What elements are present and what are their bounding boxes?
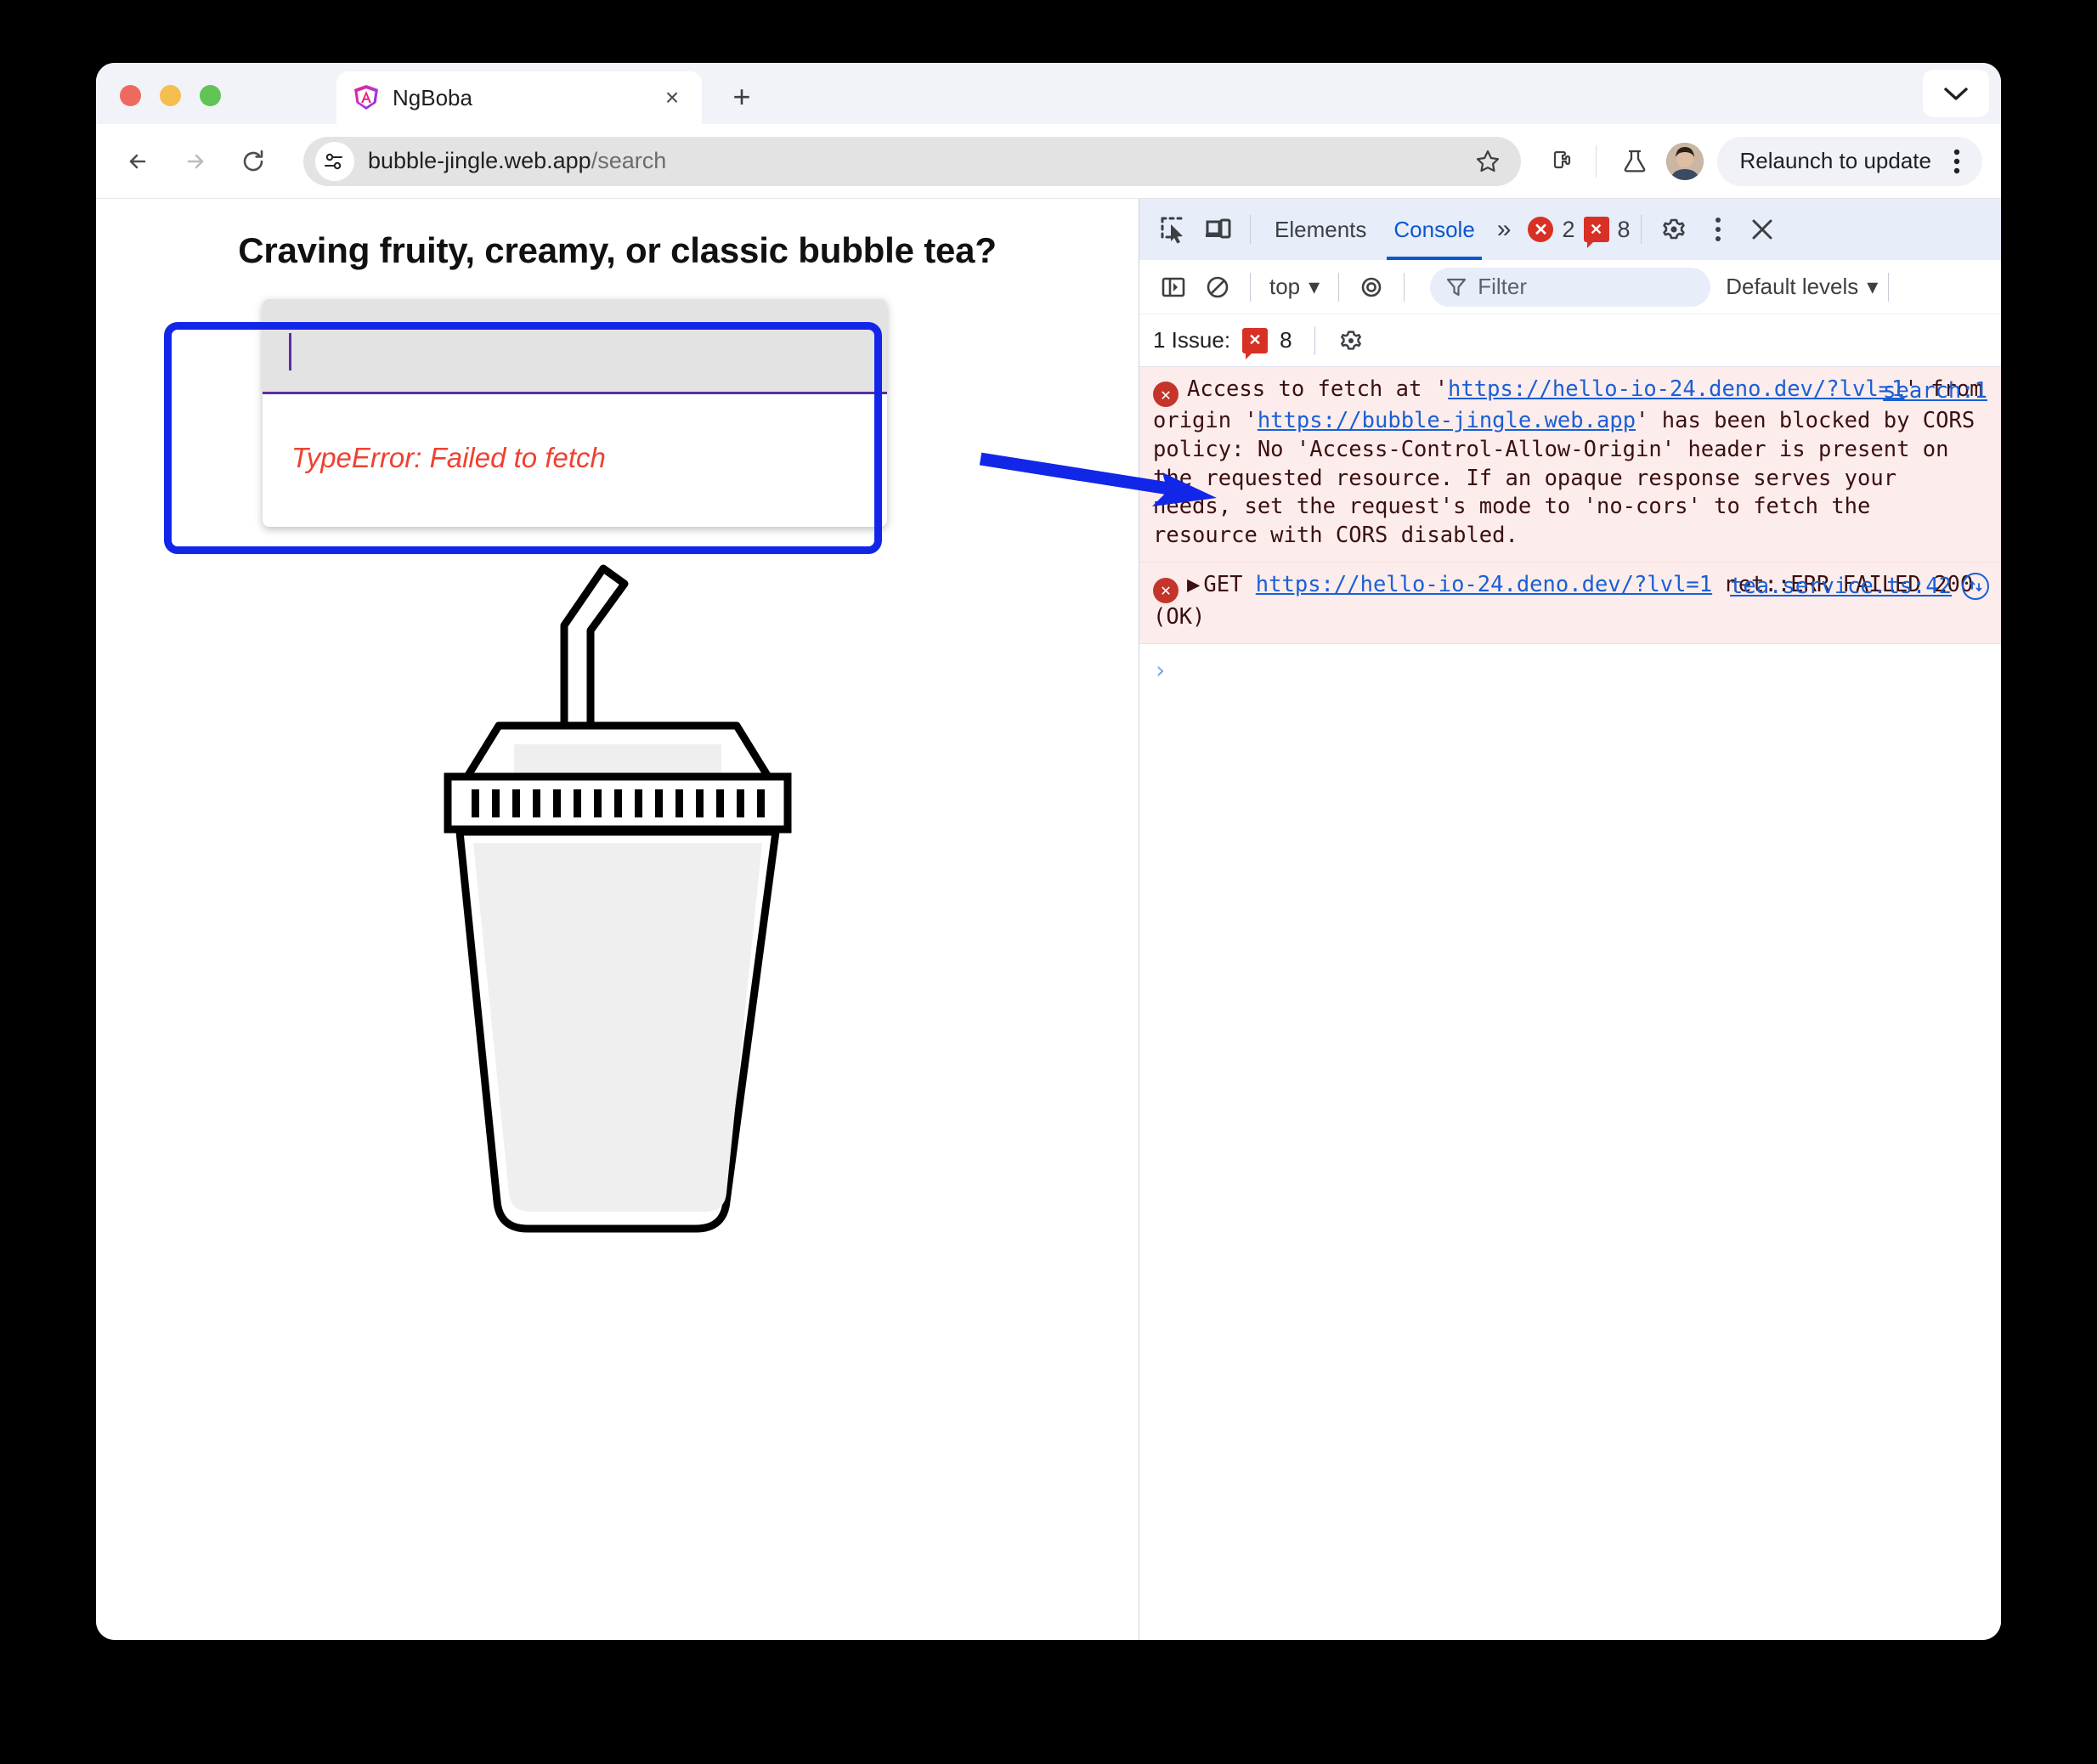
issue-square-icon[interactable]: ✕ (1583, 217, 1609, 248)
console-message-list: ✕ Access to fetch at 'https://hello-io-24… (1139, 367, 2001, 1640)
browser-toolbar: bubble-jingle.web.app/search Relaunch to… (96, 124, 2001, 199)
inspect-element-icon[interactable] (1151, 207, 1195, 252)
toolbar-divider (1596, 144, 1597, 178)
toolbar-divider (1888, 272, 1890, 302)
relaunch-label: Relaunch to update (1739, 148, 1931, 173)
toolbar-divider (1404, 272, 1405, 302)
message-source-link[interactable]: tea.service.ts:42 (1730, 573, 1952, 602)
error-circle-icon: ✕ (1153, 382, 1179, 408)
devtools-tab-bar: Elements Console » ✕ 2 ✕ 8 (1139, 199, 2001, 260)
url-host: bubble-jingle.web.app (368, 148, 591, 173)
expand-triangle-icon[interactable]: ▶ (1187, 572, 1200, 597)
tab-strip: NgBoba × + (96, 63, 2001, 124)
more-tabs-icon[interactable]: » (1489, 199, 1520, 260)
angular-logo-icon (352, 83, 381, 112)
gear-icon[interactable] (1337, 327, 1365, 354)
profile-avatar[interactable] (1666, 142, 1704, 180)
chevron-down-icon: ▾ (1867, 274, 1879, 299)
filter-placeholder: Filter (1478, 274, 1527, 299)
url-path: /search (591, 148, 667, 173)
filter-funnel-icon (1445, 276, 1467, 298)
console-input-prompt[interactable]: › (1139, 644, 2001, 696)
devtools-badges: ✕ 2 ✕ 8 (1528, 216, 1631, 248)
issues-bar[interactable]: 1 Issue: ✕ 8 (1139, 314, 2001, 367)
console-sidebar-icon[interactable] (1151, 265, 1195, 309)
blue-arrow-pointer (979, 452, 1217, 506)
window-traffic-lights (120, 85, 221, 106)
console-toolbar: top ▾ Filter Default levels ▾ (1139, 260, 2001, 314)
search-input[interactable] (263, 299, 887, 394)
message-link[interactable]: https://bubble-jingle.web.app (1258, 408, 1636, 433)
log-levels-label: Default levels (1726, 274, 1859, 299)
execution-context-label: top (1269, 274, 1301, 299)
search-card: TypeError: Failed to fetch (263, 299, 887, 527)
log-levels-selector[interactable]: Default levels ▾ (1726, 274, 1878, 300)
screenshot-root: NgBoba × + bubble-jingle.web.app/search … (0, 0, 2097, 1764)
site-settings-icon[interactable] (315, 141, 354, 181)
kebab-menu-icon[interactable] (1696, 207, 1740, 252)
gear-icon[interactable] (1652, 207, 1696, 252)
text-caret (289, 333, 291, 370)
toolbar-divider (1338, 272, 1340, 302)
toolbar-divider (1250, 272, 1251, 302)
clear-console-icon[interactable] (1195, 265, 1240, 309)
issue-count: 8 (1617, 216, 1631, 242)
issues-count: 8 (1280, 327, 1292, 353)
message-part-text: Access to fetch at ' (1187, 376, 1449, 402)
execution-context-selector[interactable]: top ▾ (1261, 274, 1328, 300)
kebab-menu-icon[interactable] (1938, 143, 1975, 180)
eye-icon[interactable] (1349, 265, 1393, 309)
filter-input[interactable]: Filter (1430, 267, 1711, 307)
minimize-window-button[interactable] (160, 85, 181, 106)
browser-window: NgBoba × + bubble-jingle.web.app/search … (96, 63, 2001, 1640)
close-icon[interactable]: × (658, 83, 687, 112)
extensions-puzzle-icon[interactable] (1540, 139, 1585, 184)
address-bar-url: bubble-jingle.web.app/search (368, 148, 1467, 174)
console-message[interactable]: ✕ Access to fetch at 'https://hello-io-24… (1139, 367, 2001, 563)
message-link[interactable]: https://hello-io-24.deno.dev/?lvl=1 (1448, 376, 1904, 402)
search-error-message: TypeError: Failed to fetch (291, 442, 606, 473)
chevron-down-icon[interactable] (1923, 70, 1989, 117)
reveal-in-network-icon[interactable] (1962, 573, 1989, 601)
tab-console[interactable]: Console (1380, 199, 1488, 260)
toolbar-divider (1314, 325, 1315, 355)
error-count: 2 (1562, 216, 1575, 242)
issues-label: 1 Issue: (1153, 327, 1231, 353)
labs-flask-icon[interactable] (1612, 139, 1658, 184)
page-title: Craving fruity, creamy, or classic bubbl… (238, 230, 997, 270)
console-message[interactable]: ✕ ▶ GET https://hello-io-24.deno.dev/?lvl=… (1139, 563, 2001, 645)
error-circle-icon: ✕ (1153, 577, 1179, 603)
maximize-window-button[interactable] (200, 85, 221, 106)
console-message-text: Access to fetch at 'https://hello-io-24.… (1153, 376, 1983, 548)
message-source-link[interactable]: search:1 (1883, 377, 1987, 406)
close-icon[interactable] (1740, 207, 1784, 252)
devtools-panel: Elements Console » ✕ 2 ✕ 8 top ▾ Filter … (1139, 199, 2001, 1640)
toolbar-divider (1640, 215, 1642, 244)
toolbar-divider (1250, 215, 1251, 244)
relaunch-to-update-button[interactable]: Relaunch to update (1717, 136, 1982, 186)
chevron-down-icon: ▾ (1309, 274, 1320, 299)
tab-elements[interactable]: Elements (1261, 199, 1380, 260)
new-tab-button[interactable]: + (725, 80, 759, 114)
message-link[interactable]: https://hello-io-24.deno.dev/?lvl=1 (1256, 572, 1712, 597)
reload-icon[interactable] (230, 139, 276, 184)
device-toolbar-icon[interactable] (1195, 207, 1240, 252)
star-icon[interactable] (1467, 140, 1509, 183)
back-arrow-icon[interactable] (115, 139, 161, 184)
tab-title: NgBoba (393, 84, 472, 110)
address-bar[interactable]: bubble-jingle.web.app/search (303, 136, 1522, 186)
message-part-text: GET (1203, 572, 1256, 598)
browser-viewport: Craving fruity, creamy, or classic bubbl… (96, 199, 2001, 1640)
browser-tab[interactable]: NgBoba × (336, 71, 702, 124)
web-page-content: Craving fruity, creamy, or classic bubbl… (96, 199, 1139, 1640)
issue-square-icon: ✕ (1242, 327, 1269, 359)
close-window-button[interactable] (120, 85, 141, 106)
forward-arrow-icon[interactable] (172, 139, 218, 184)
boba-cup-illustration (96, 522, 1139, 1320)
error-circle-icon[interactable]: ✕ (1528, 217, 1554, 242)
